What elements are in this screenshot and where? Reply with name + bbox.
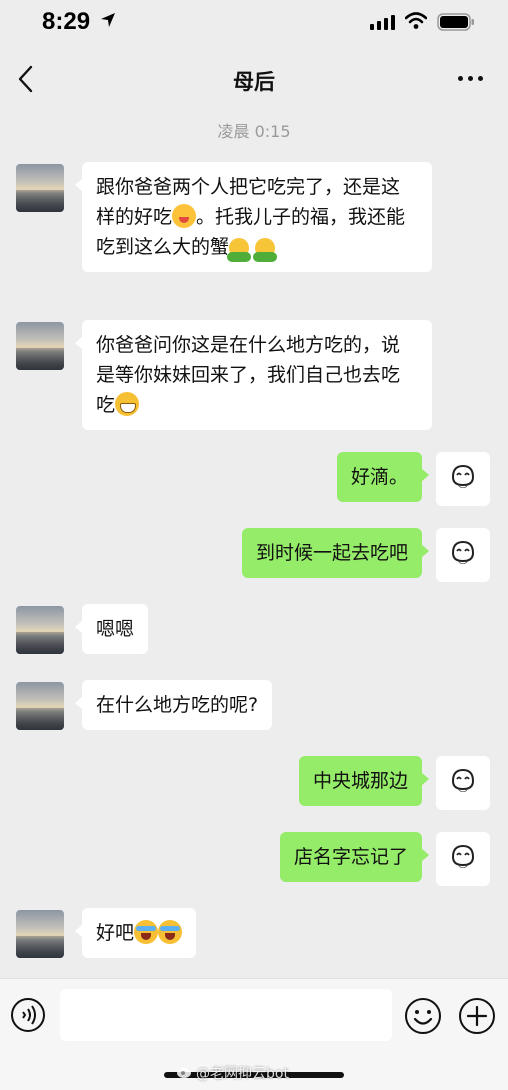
watermark: @老网抑云bot — [196, 1066, 289, 1082]
message-text: 嗯嗯 — [96, 618, 135, 640]
grin-emoji — [115, 392, 140, 416]
message-bubble-outgoing[interactable]: 到时候一起去吃吧 — [241, 528, 430, 578]
message-text: 中央城那边 — [312, 770, 408, 792]
message-bubble-outgoing[interactable]: 好滴。 — [336, 452, 430, 502]
laughing-tears-emoji — [158, 920, 183, 944]
emoji-icon[interactable] — [404, 997, 442, 1035]
message-input[interactable] — [60, 989, 392, 1041]
wifi-icon — [405, 12, 427, 29]
contact-avatar[interactable] — [16, 910, 64, 958]
message-text: 好吧 — [96, 922, 135, 944]
location-arrow-icon — [101, 13, 115, 27]
weibo-logo-icon — [177, 1068, 191, 1078]
nav-bar: 母后 — [0, 50, 508, 110]
status-bar: 8:29 — [0, 0, 508, 46]
my-avatar[interactable] — [436, 832, 490, 886]
message-bubble-incoming[interactable]: 嗯嗯 — [74, 604, 149, 654]
laughing-tears-emoji — [134, 920, 159, 944]
contact-avatar[interactable] — [16, 164, 64, 212]
message-bubble-incoming[interactable]: 在什么地方吃的呢? — [74, 680, 273, 730]
doodle-face-icon — [451, 464, 475, 488]
contact-avatar[interactable] — [16, 606, 64, 654]
message-text: 到时候一起去吃吧 — [255, 542, 408, 564]
signal-icon — [370, 15, 395, 30]
message-text: 好滴。 — [350, 466, 408, 488]
contact-avatar[interactable] — [16, 682, 64, 730]
time-divider: 凌晨 0:15 — [217, 122, 291, 141]
plus-icon[interactable] — [458, 997, 496, 1035]
battery-icon — [437, 13, 474, 31]
message-text: 店名字忘记了 — [293, 846, 408, 868]
message-bubble-outgoing[interactable]: 店名字忘记了 — [279, 832, 430, 882]
message-bubble-incoming[interactable]: 跟你爸爸两个人把它吃完了，还是这样的好吃 。托我儿子的福，我还能吃到这么大的蟹 — [75, 162, 432, 272]
status-time: 8:29 — [42, 8, 91, 35]
message-text: 在什么地方吃的呢? — [96, 694, 259, 716]
yum-emoji — [172, 204, 197, 228]
my-avatar[interactable] — [436, 756, 490, 810]
my-avatar[interactable] — [436, 528, 490, 582]
contact-avatar[interactable] — [16, 322, 64, 370]
voice-icon[interactable] — [10, 997, 46, 1033]
doodle-face-icon — [451, 844, 475, 868]
chat-title: 母后 — [233, 70, 275, 94]
more-dots-icon[interactable] — [456, 76, 486, 86]
message-bubble-incoming[interactable]: 你爸爸问你这是在什么地方吃的，说是等你妹妹回来了，我们自己也去吃吃 — [75, 320, 432, 430]
message-text: 你爸爸问你这是在什么地方吃的，说是等你妹妹回来了，我们自己也去吃吃 — [96, 334, 401, 416]
my-avatar[interactable] — [436, 452, 490, 506]
hug-emoji — [227, 238, 252, 262]
message-bubble-incoming[interactable]: 好吧 — [74, 908, 197, 958]
hug-emoji — [253, 238, 278, 262]
doodle-face-icon — [451, 768, 475, 792]
doodle-face-icon — [451, 540, 475, 564]
message-bubble-outgoing[interactable]: 中央城那边 — [298, 756, 430, 806]
